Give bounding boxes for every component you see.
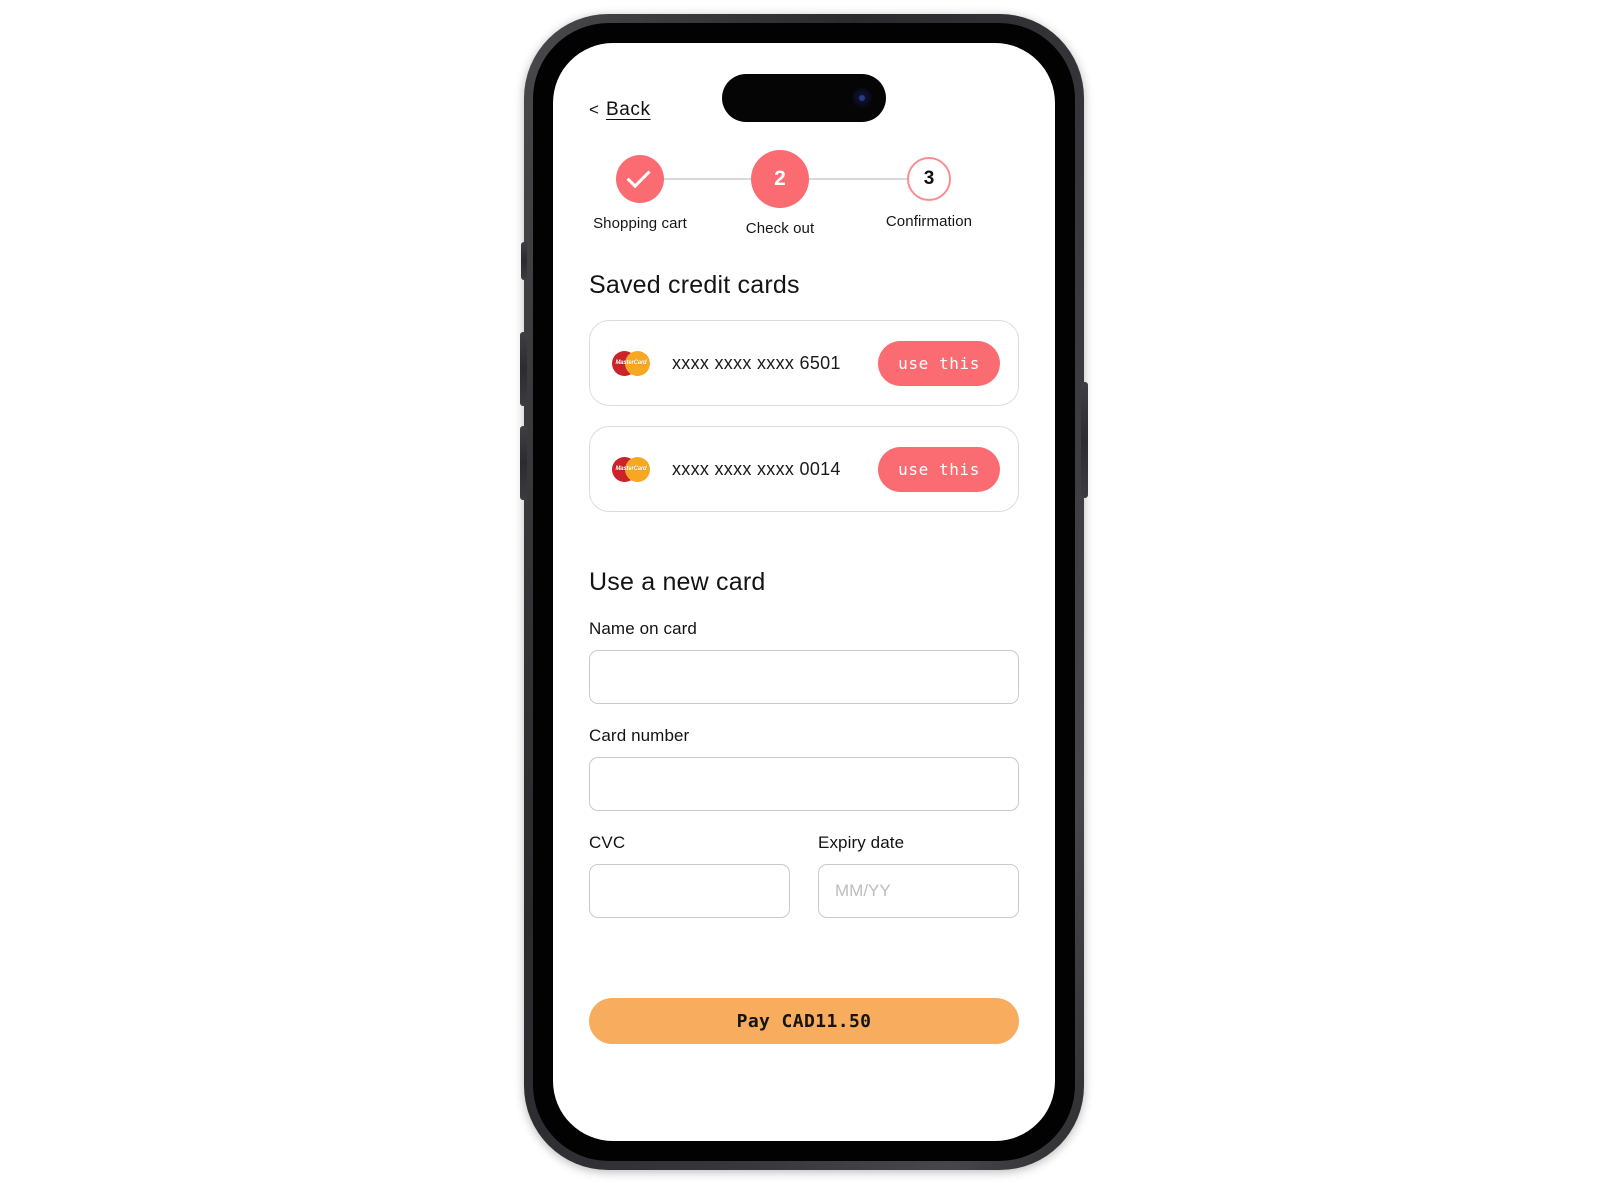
chevron-left-icon: < <box>589 100 599 119</box>
stepper-step-shopping-cart[interactable]: Shopping cart <box>586 147 694 232</box>
card-number-field: Card number <box>589 726 1019 811</box>
name-on-card-field: Name on card <box>589 619 1019 704</box>
volume-down-button[interactable] <box>520 426 527 500</box>
silent-switch-button[interactable] <box>521 242 527 280</box>
stepper-label-shopping-cart: Shopping cart <box>593 215 687 232</box>
back-link-label: Back <box>605 99 651 120</box>
stepper-step-confirmation[interactable]: 3 Confirmation <box>875 147 983 230</box>
stepper-badge-completed[interactable] <box>616 155 664 203</box>
power-button[interactable] <box>1081 382 1088 498</box>
card-number-label: Card number <box>589 726 690 745</box>
front-camera-icon <box>852 88 872 108</box>
pay-button[interactable]: Pay CAD11.50 <box>589 998 1019 1044</box>
screenshot-canvas: < Back Shopping cart 2 Check out 3 Confi… <box>0 0 1600 1200</box>
saved-cards-title: Saved credit cards <box>589 271 800 299</box>
back-link[interactable]: < Back <box>589 99 651 121</box>
saved-card-number: xxxx xxxx xxxx 6501 <box>672 352 841 373</box>
expiry-date-field: Expiry date <box>818 833 1019 918</box>
dynamic-island <box>722 74 886 122</box>
saved-card-row[interactable]: MasterCard xxxx xxxx xxxx 0014 use this <box>589 426 1019 512</box>
volume-up-button[interactable] <box>520 332 527 406</box>
cvc-input[interactable] <box>589 864 790 918</box>
cvc-label: CVC <box>589 833 626 852</box>
name-on-card-input[interactable] <box>589 650 1019 704</box>
stepper-step-check-out[interactable]: 2 Check out <box>726 147 834 237</box>
mastercard-icon: MasterCard <box>612 456 650 482</box>
name-on-card-label: Name on card <box>589 619 697 638</box>
phone-screen: < Back Shopping cart 2 Check out 3 Confi… <box>553 43 1055 1141</box>
new-card-title: Use a new card <box>589 568 766 596</box>
use-this-button[interactable]: use this <box>878 340 1000 386</box>
saved-card-row[interactable]: MasterCard xxxx xxxx xxxx 6501 use this <box>589 320 1019 406</box>
phone-bezel: < Back Shopping cart 2 Check out 3 Confi… <box>533 23 1075 1161</box>
expiry-date-label: Expiry date <box>818 833 905 852</box>
saved-card-number: xxxx xxxx xxxx 0014 <box>672 458 841 479</box>
stepper-label-confirmation: Confirmation <box>885 213 973 230</box>
expiry-date-input[interactable] <box>818 864 1019 918</box>
stepper-badge-active[interactable]: 2 <box>751 150 809 208</box>
cvc-expiry-row: CVC Expiry date <box>589 833 1019 918</box>
check-icon <box>626 164 651 189</box>
checkout-page: < Back Shopping cart 2 Check out 3 Confi… <box>553 43 1055 1141</box>
use-this-button[interactable]: use this <box>878 446 1000 492</box>
mastercard-icon: MasterCard <box>612 350 650 376</box>
stepper-label-check-out: Check out <box>745 220 815 237</box>
mastercard-wordmark: MasterCard <box>615 360 647 366</box>
card-number-input[interactable] <box>589 757 1019 811</box>
checkout-stepper: Shopping cart 2 Check out 3 Confirmation <box>589 147 1019 241</box>
phone-device-frame: < Back Shopping cart 2 Check out 3 Confi… <box>520 14 1088 1170</box>
stepper-badge-upcoming[interactable]: 3 <box>907 157 951 201</box>
cvc-field: CVC <box>589 833 790 918</box>
mastercard-wordmark: MasterCard <box>615 466 647 472</box>
